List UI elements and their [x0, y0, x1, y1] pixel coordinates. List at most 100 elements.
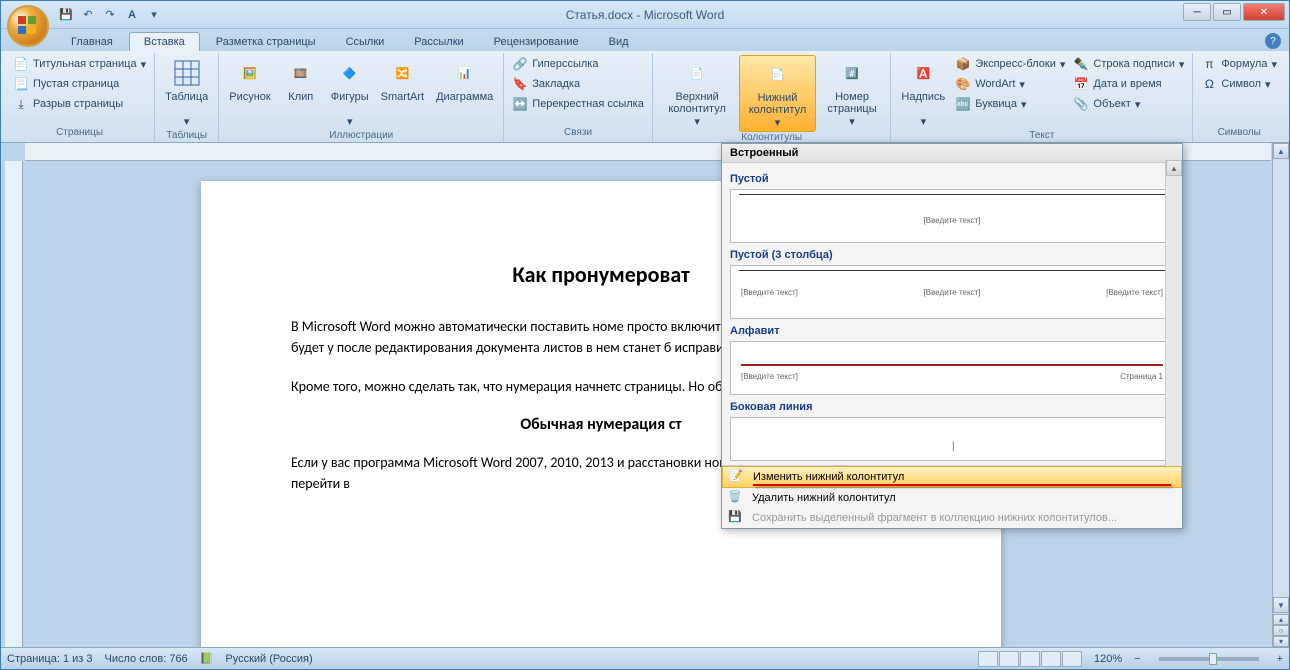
quick-parts-icon: 📦 — [955, 56, 971, 72]
gallery-item-sideline[interactable]: | — [730, 417, 1174, 461]
undo-icon[interactable]: ↶ — [79, 6, 97, 24]
select-browse-icon[interactable]: ○ — [1273, 625, 1289, 636]
outline-view-icon[interactable] — [1041, 651, 1061, 667]
cross-reference-icon: ↔️ — [512, 96, 528, 112]
gallery-item-empty[interactable]: [Введите текст] — [730, 189, 1174, 243]
table-button[interactable]: Таблица▾ — [161, 55, 212, 130]
web-layout-view-icon[interactable] — [1020, 651, 1040, 667]
status-word-count[interactable]: Число слов: 766 — [105, 653, 188, 665]
group-symbols-label: Символы — [1199, 127, 1279, 140]
date-time-icon: 📅 — [1073, 76, 1089, 92]
tab-view[interactable]: Вид — [595, 33, 643, 51]
remove-footer-icon: 🗑️ — [728, 490, 744, 506]
qat-customize-icon[interactable]: ▾ — [145, 6, 163, 24]
scroll-up-icon[interactable]: ▲ — [1166, 160, 1182, 176]
annotation-underline — [753, 484, 1171, 486]
page-break-button[interactable]: ⤓Разрыв страницы — [11, 95, 148, 113]
tab-page-layout[interactable]: Разметка страницы — [202, 33, 330, 51]
print-layout-view-icon[interactable] — [978, 651, 998, 667]
cover-page-button[interactable]: 📄Титульная страница ▾ — [11, 55, 148, 73]
signature-line-button[interactable]: ✒️Строка подписи ▾ — [1071, 55, 1186, 73]
footer-gallery-dropdown: Встроенный Пустой [Введите текст] Пустой… — [721, 143, 1183, 529]
header-button[interactable]: 📄Верхний колонтитул ▾ — [659, 55, 736, 130]
ribbon-tabs: Главная Вставка Разметка страницы Ссылки… — [1, 29, 1289, 51]
page-break-icon: ⤓ — [13, 96, 29, 112]
cover-page-icon: 📄 — [13, 56, 29, 72]
shapes-button[interactable]: 🔷Фигуры▾ — [327, 55, 373, 130]
object-icon: 📎 — [1073, 96, 1089, 112]
draft-view-icon[interactable] — [1062, 651, 1082, 667]
gallery-item-label: Пустой — [730, 173, 1174, 185]
save-selection-icon: 💾 — [728, 510, 744, 526]
maximize-button[interactable]: ▭ — [1213, 3, 1241, 21]
minimize-button[interactable]: ─ — [1183, 3, 1211, 21]
equation-icon: π — [1201, 56, 1217, 72]
tab-references[interactable]: Ссылки — [332, 33, 399, 51]
vertical-ruler[interactable] — [5, 161, 23, 647]
save-icon[interactable]: 💾 — [57, 6, 75, 24]
clip-button[interactable]: 🎞️Клип — [279, 55, 323, 105]
zoom-out-icon[interactable]: − — [1134, 653, 1140, 665]
font-dialog-icon[interactable]: A — [123, 6, 141, 24]
equation-button[interactable]: πФормула ▾ — [1199, 55, 1279, 73]
drop-cap-icon: 🔤 — [955, 96, 971, 112]
edit-footer-icon: 📝 — [729, 469, 745, 485]
save-selection-menu-item: 💾 Сохранить выделенный фрагмент в коллек… — [722, 508, 1182, 528]
drop-cap-button[interactable]: 🔤Буквица ▾ — [953, 95, 1067, 113]
gallery-item-alphabet[interactable]: [Введите текст] Страница 1 — [730, 341, 1174, 395]
quick-access-toolbar: 💾 ↶ ↷ A ▾ — [57, 6, 163, 24]
group-pages-label: Страницы — [11, 127, 148, 140]
page-number-icon: #️⃣ — [836, 57, 868, 89]
status-page[interactable]: Страница: 1 из 3 — [7, 653, 93, 665]
scroll-up-icon[interactable]: ▲ — [1273, 143, 1289, 159]
cross-reference-button[interactable]: ↔️Перекрестная ссылка — [510, 95, 646, 113]
proofing-icon[interactable]: 📗 — [200, 652, 214, 665]
wordart-button[interactable]: 🎨WordArt ▾ — [953, 75, 1067, 93]
status-zoom[interactable]: 120% — [1094, 653, 1122, 665]
tab-home[interactable]: Главная — [57, 33, 127, 51]
zoom-slider[interactable] — [1159, 657, 1259, 661]
edit-footer-menu-item[interactable]: 📝 Изменить нижний колонтитул — [722, 466, 1182, 488]
footer-button[interactable]: 📄Нижний колонтитул ▾ — [739, 55, 815, 132]
status-language[interactable]: Русский (Россия) — [225, 653, 312, 665]
text-box-icon: 🅰️ — [907, 57, 939, 89]
tab-mailings[interactable]: Рассылки — [400, 33, 477, 51]
group-illustrations-label: Иллюстрации — [225, 130, 497, 143]
help-icon[interactable]: ? — [1265, 33, 1281, 49]
prev-page-icon[interactable]: ▴ — [1273, 614, 1289, 625]
gallery-scrollbar[interactable]: ▲ ▼ — [1165, 160, 1182, 482]
office-button[interactable] — [7, 5, 49, 47]
hyperlink-button[interactable]: 🔗Гиперссылка — [510, 55, 646, 73]
picture-button[interactable]: 🖼️Рисунок — [225, 55, 275, 105]
page-number-button[interactable]: #️⃣Номер страницы ▾ — [820, 55, 885, 130]
redo-icon[interactable]: ↷ — [101, 6, 119, 24]
symbol-button[interactable]: ΩСимвол ▾ — [1199, 75, 1279, 93]
zoom-in-icon[interactable]: + — [1277, 653, 1283, 665]
gallery-item-label: Пустой (3 столбца) — [730, 249, 1174, 261]
vertical-scrollbar[interactable]: ▲ ▼ ▴ ○ ▾ — [1272, 143, 1289, 647]
tab-insert[interactable]: Вставка — [129, 32, 200, 51]
chart-button[interactable]: 📊Диаграмма — [432, 55, 497, 105]
object-button[interactable]: 📎Объект ▾ — [1071, 95, 1186, 113]
view-buttons — [978, 651, 1082, 667]
group-text-label: Текст — [897, 130, 1186, 143]
wordart-icon: 🎨 — [955, 76, 971, 92]
blank-page-button[interactable]: 📃Пустая страница — [11, 75, 148, 93]
bookmark-button[interactable]: 🔖Закладка — [510, 75, 646, 93]
close-button[interactable]: ✕ — [1243, 3, 1285, 21]
smartart-icon: 🔀 — [386, 57, 418, 89]
ribbon: 📄Титульная страница ▾ 📃Пустая страница ⤓… — [1, 51, 1289, 143]
status-bar: Страница: 1 из 3 Число слов: 766 📗 Русск… — [1, 647, 1289, 669]
date-time-button[interactable]: 📅Дата и время — [1071, 75, 1186, 93]
full-screen-view-icon[interactable] — [999, 651, 1019, 667]
text-box-button[interactable]: 🅰️Надпись▾ — [897, 55, 949, 130]
smartart-button[interactable]: 🔀SmartArt — [377, 55, 428, 105]
scroll-down-icon[interactable]: ▼ — [1273, 597, 1289, 613]
remove-footer-menu-item[interactable]: 🗑️ Удалить нижний колонтитул — [722, 488, 1182, 508]
next-page-icon[interactable]: ▾ — [1273, 636, 1289, 647]
clip-icon: 🎞️ — [285, 57, 317, 89]
footer-icon: 📄 — [761, 58, 793, 90]
gallery-item-three-col[interactable]: [Введите текст] [Введите текст] [Введите… — [730, 265, 1174, 319]
tab-review[interactable]: Рецензирование — [480, 33, 593, 51]
quick-parts-button[interactable]: 📦Экспресс-блоки ▾ — [953, 55, 1067, 73]
